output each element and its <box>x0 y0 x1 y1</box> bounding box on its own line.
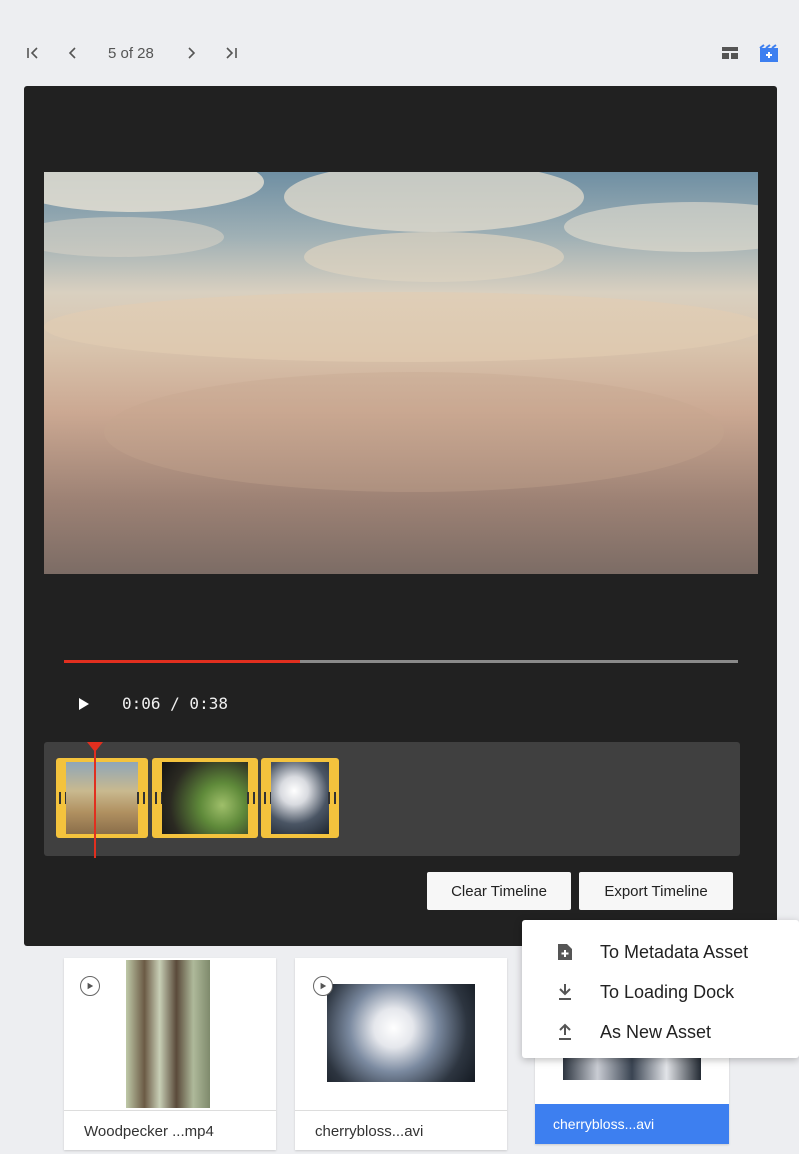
timeline-clip-flowers[interactable] <box>152 758 258 838</box>
play-icon[interactable] <box>80 976 100 996</box>
export-timeline-button[interactable]: Export Timeline <box>579 872 733 910</box>
previous-icon[interactable] <box>62 42 84 64</box>
clip-thumbnail <box>66 762 138 834</box>
video-frame[interactable] <box>44 172 758 574</box>
asset-name: Woodpecker ...mp4 <box>64 1110 276 1150</box>
clip-trim-handle-right[interactable] <box>247 792 255 804</box>
timeline-track <box>44 742 740 858</box>
view-switcher <box>721 44 778 62</box>
menu-item-label: To Metadata Asset <box>600 941 749 962</box>
clip-thumbnail <box>162 762 248 834</box>
asset-thumbnail <box>563 1058 701 1080</box>
asset-card-woodpecker[interactable]: Woodpecker ...mp4 <box>64 958 276 1150</box>
progress-bar[interactable] <box>64 660 738 663</box>
clear-timeline-button[interactable]: Clear Timeline <box>427 872 571 910</box>
asset-card-cherrybloss-2[interactable]: cherrybloss...avi <box>535 1050 729 1144</box>
menu-item-as-new-asset[interactable]: As New Asset <box>522 1012 799 1052</box>
timeline-view-icon[interactable] <box>759 44 778 62</box>
timeline-clip-cherryblossom[interactable] <box>261 758 339 838</box>
play-icon[interactable] <box>313 976 333 996</box>
asset-thumbnail <box>327 984 475 1082</box>
time-display: 0:06 / 0:38 <box>122 694 228 713</box>
asset-thumbnail <box>126 960 210 1108</box>
export-menu: To Metadata Asset To Loading Dock As New… <box>522 920 799 1058</box>
download-icon <box>556 983 574 1001</box>
asset-name: cherrybloss...avi <box>295 1110 507 1150</box>
clip-trim-handle-right[interactable] <box>137 792 145 804</box>
file-plus-icon <box>556 943 574 961</box>
pager-bar: 5 of 28 <box>22 38 778 68</box>
asset-card-cherrybloss-1[interactable]: cherrybloss...avi <box>295 958 507 1150</box>
playhead-line[interactable] <box>94 748 96 858</box>
timeline-clip-woodpecker[interactable] <box>56 758 148 838</box>
clip-trim-handle-right[interactable] <box>328 792 336 804</box>
page-indicator: 5 of 28 <box>108 44 154 62</box>
video-player: 0:06 / 0:38 Clear Timeline Export Timeli… <box>24 86 777 946</box>
next-icon[interactable] <box>180 42 202 64</box>
menu-item-label: As New Asset <box>600 1021 712 1042</box>
upload-icon <box>556 1023 574 1041</box>
menu-item-label: To Loading Dock <box>600 981 735 1002</box>
progress-fill <box>64 660 300 663</box>
grid-view-icon[interactable] <box>721 44 739 62</box>
clip-thumbnail <box>271 762 329 834</box>
first-page-icon[interactable] <box>22 42 44 64</box>
menu-item-to-loading-dock[interactable]: To Loading Dock <box>522 972 799 1012</box>
menu-item-to-metadata-asset[interactable]: To Metadata Asset <box>522 932 799 972</box>
asset-name: cherrybloss...avi <box>535 1104 729 1144</box>
last-page-icon[interactable] <box>220 42 242 64</box>
play-icon[interactable] <box>76 696 92 712</box>
